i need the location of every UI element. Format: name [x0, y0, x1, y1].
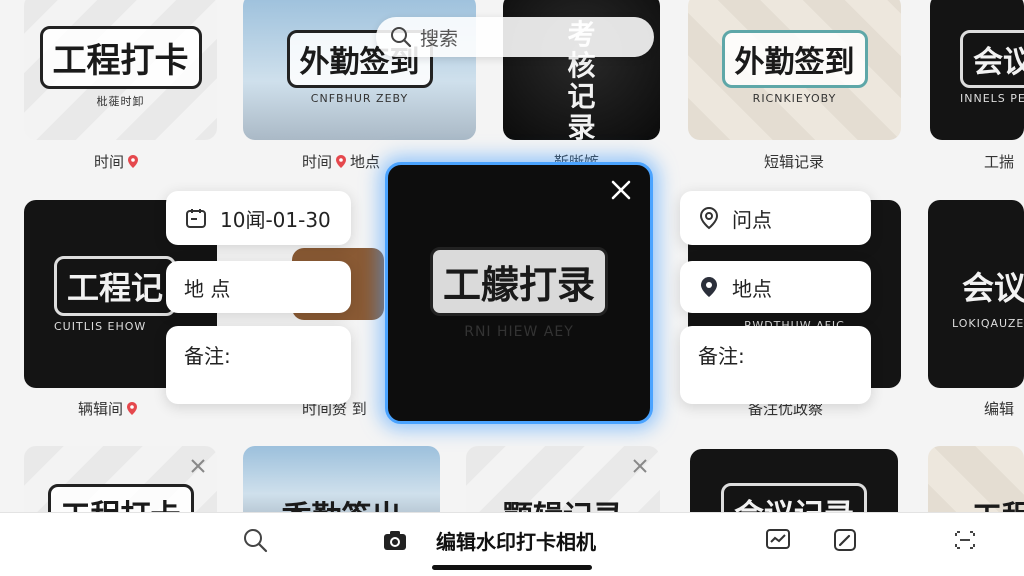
- caption-text: 时间: [94, 153, 125, 171]
- preview-stamp-title: 工艨打录: [429, 246, 608, 316]
- tile-caption: 时间 地点: [302, 151, 380, 172]
- tile-stamp-sub: LOKIQAUZE: [952, 316, 1024, 330]
- search-icon: [391, 27, 412, 48]
- tile-caption: 短辑记录: [764, 151, 824, 172]
- template-tile-project-checkin[interactable]: 工程打卡 枇蓰时卸: [24, 0, 217, 140]
- close-icon[interactable]: [632, 458, 648, 474]
- date-field[interactable]: 10闻-01-30: [166, 191, 351, 245]
- note-label: 备注:: [184, 344, 231, 368]
- template-tile-field-signin-2[interactable]: 外勤签到 RICNKIEYOBY: [688, 0, 901, 140]
- caption-text: 工揣: [984, 153, 1015, 171]
- preview-stamp-sub: RNI HIEW AEY: [464, 323, 574, 340]
- location-field-right[interactable]: 地点: [680, 261, 871, 313]
- caption-text: 短辑记录: [764, 153, 825, 171]
- location-top-field[interactable]: 问点: [680, 191, 871, 245]
- caption-text: 编辑: [984, 400, 1015, 418]
- selected-template-preview[interactable]: 工艨打录 RNI HIEW AEY: [385, 162, 653, 424]
- tile-stamp-title: 工程打卡: [39, 25, 202, 89]
- tile-stamp-sub: INNELS PERY: [960, 91, 1024, 105]
- location-pin-icon: [128, 155, 139, 168]
- tile-stamp-title: 工程记: [54, 255, 177, 316]
- caption-text: 辆辑间: [78, 400, 124, 418]
- tile-stamp-sub: CNFBHUR ZEBY: [310, 91, 409, 105]
- home-indicator: [432, 565, 592, 570]
- app-title: 编辑水印打卡相机: [436, 530, 596, 554]
- tile-stamp-sub: RICNKIEYOBY: [752, 91, 837, 105]
- location-top-label: 问点: [732, 207, 772, 232]
- tile-caption: 编辑: [984, 398, 1014, 419]
- caption-text: 时间: [302, 153, 333, 171]
- scan-icon[interactable]: [952, 527, 978, 553]
- search-bar[interactable]: 搜索: [376, 17, 654, 57]
- location-pin-icon: [336, 155, 347, 168]
- close-icon[interactable]: [608, 177, 634, 203]
- edit-icon[interactable]: [832, 527, 858, 553]
- tile-caption: 工揣: [984, 151, 1014, 172]
- search-icon[interactable]: [242, 527, 268, 553]
- location-label-right: 地点: [732, 276, 772, 301]
- camera-icon[interactable]: [382, 527, 408, 553]
- tile-stamp-title: 会议: [960, 29, 1024, 88]
- tile-stamp-title: 会议: [962, 268, 1024, 307]
- note-field[interactable]: 备注:: [166, 326, 351, 404]
- location-pin-icon: [701, 277, 717, 297]
- tile-caption: 时间: [94, 151, 139, 172]
- location-field[interactable]: 地 点: [166, 261, 351, 313]
- search-placeholder: 搜索: [420, 27, 459, 50]
- tile-caption: 辆辑间: [78, 398, 138, 419]
- tile-stamp-title: 外勤签到: [721, 29, 868, 88]
- chart-icon[interactable]: [765, 527, 791, 553]
- template-tile-meeting-2[interactable]: 会议 LOKIQAUZE: [928, 200, 1024, 388]
- calendar-icon: [186, 209, 206, 228]
- note-field-right[interactable]: 备注:: [680, 326, 871, 404]
- bottom-toolbar: 编辑水印打卡相机: [0, 512, 1024, 576]
- template-tile-meeting[interactable]: 会议 INNELS PERY: [930, 0, 1024, 140]
- caption-text-location: 地点: [350, 153, 381, 171]
- tile-stamp-sub: CUITLIS EHOW: [54, 319, 147, 333]
- tile-stamp-sub: 枇蓰时卸: [96, 94, 145, 108]
- date-value: 10闻-01-30: [220, 207, 331, 232]
- location-pin-outline-icon: [699, 206, 719, 230]
- close-icon[interactable]: [190, 458, 206, 474]
- note-label-right: 备注:: [698, 344, 745, 368]
- location-label: 地 点: [184, 276, 231, 301]
- location-pin-icon: [127, 402, 138, 415]
